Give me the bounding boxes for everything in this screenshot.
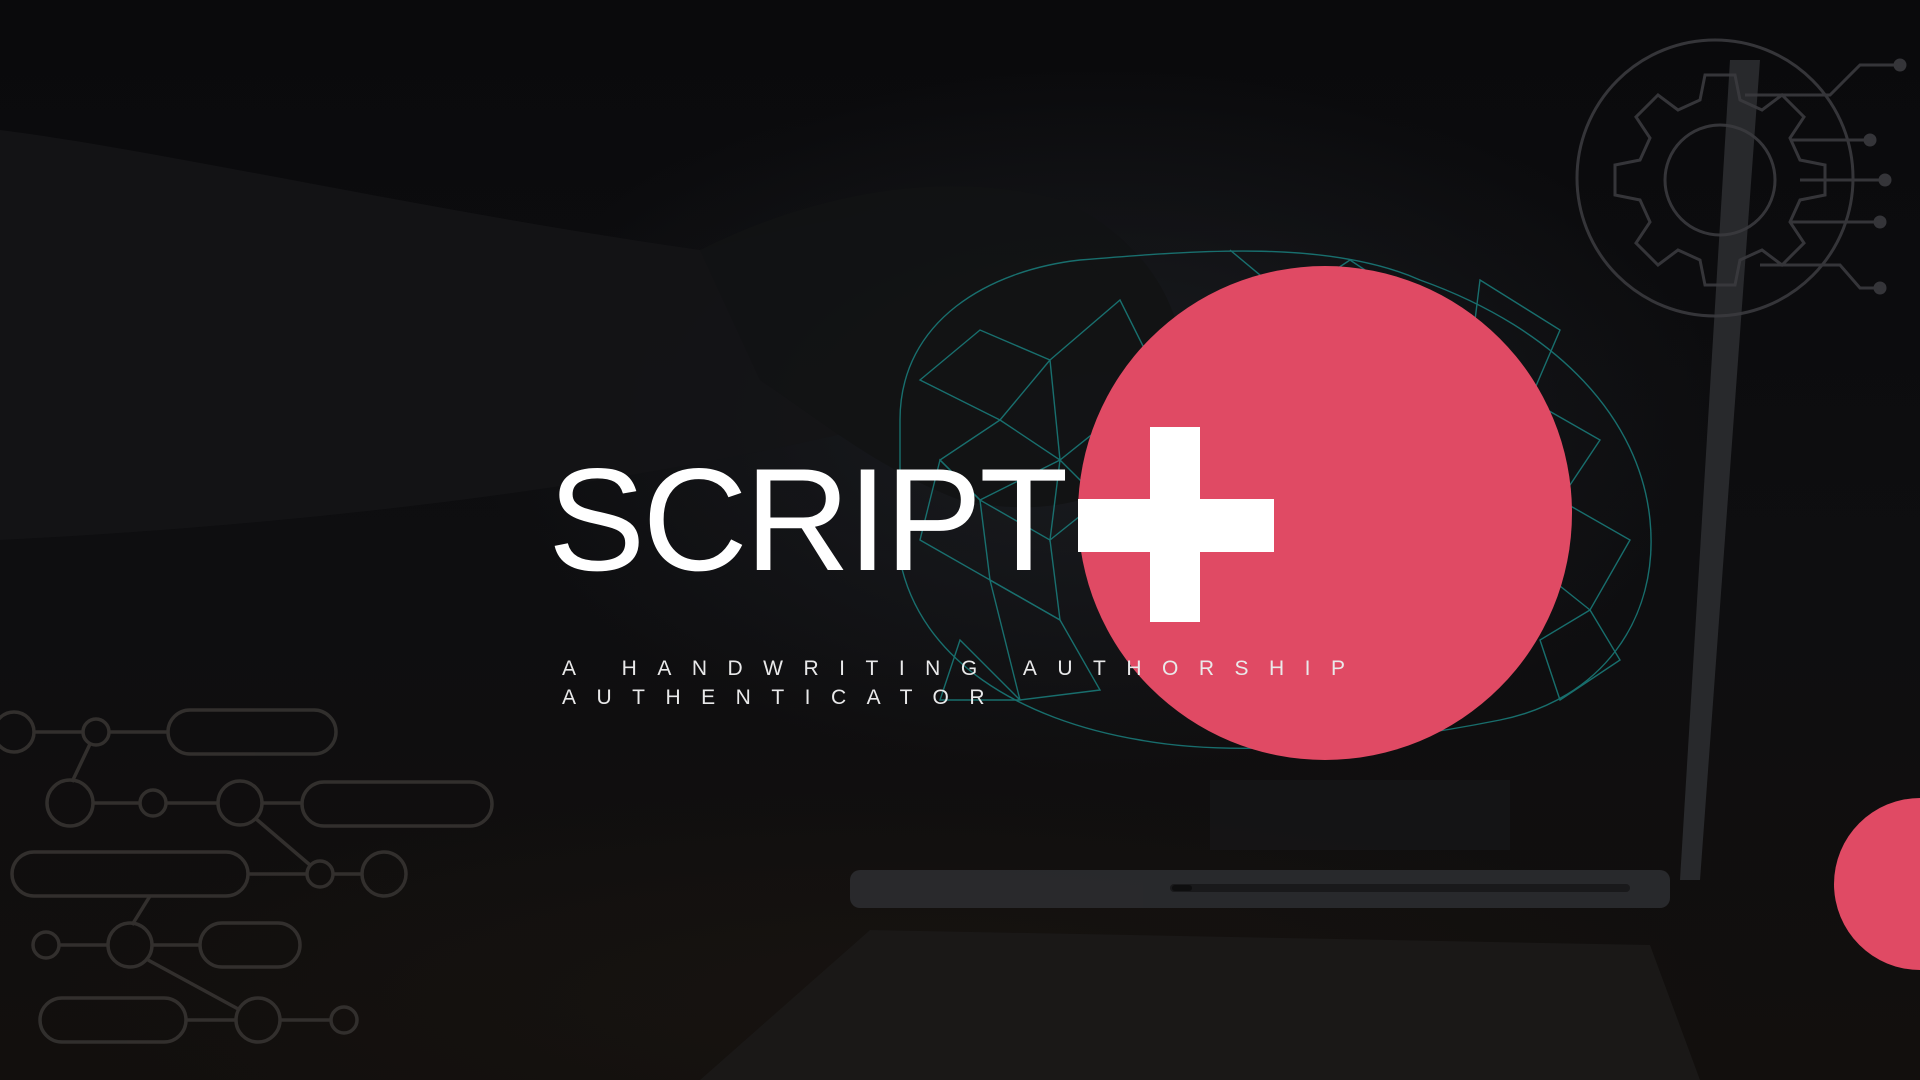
paper-sheet — [700, 930, 1700, 1080]
circuit-network-decoration — [0, 708, 494, 1044]
page-title: SCRIPT — [548, 438, 1068, 601]
subtitle: A HANDWRITING AUTHORSHIP AUTHENTICATOR — [562, 654, 1366, 712]
subtitle-line-1: A HANDWRITING AUTHORSHIP — [562, 657, 1366, 680]
title-slide: SCRIPT A HANDWRITING AUTHORSHIP AUTHENTI… — [0, 0, 1920, 1080]
subtitle-line-2: AUTHENTICATOR — [562, 686, 1006, 709]
plus-icon-horizontal-bar — [1078, 499, 1274, 552]
